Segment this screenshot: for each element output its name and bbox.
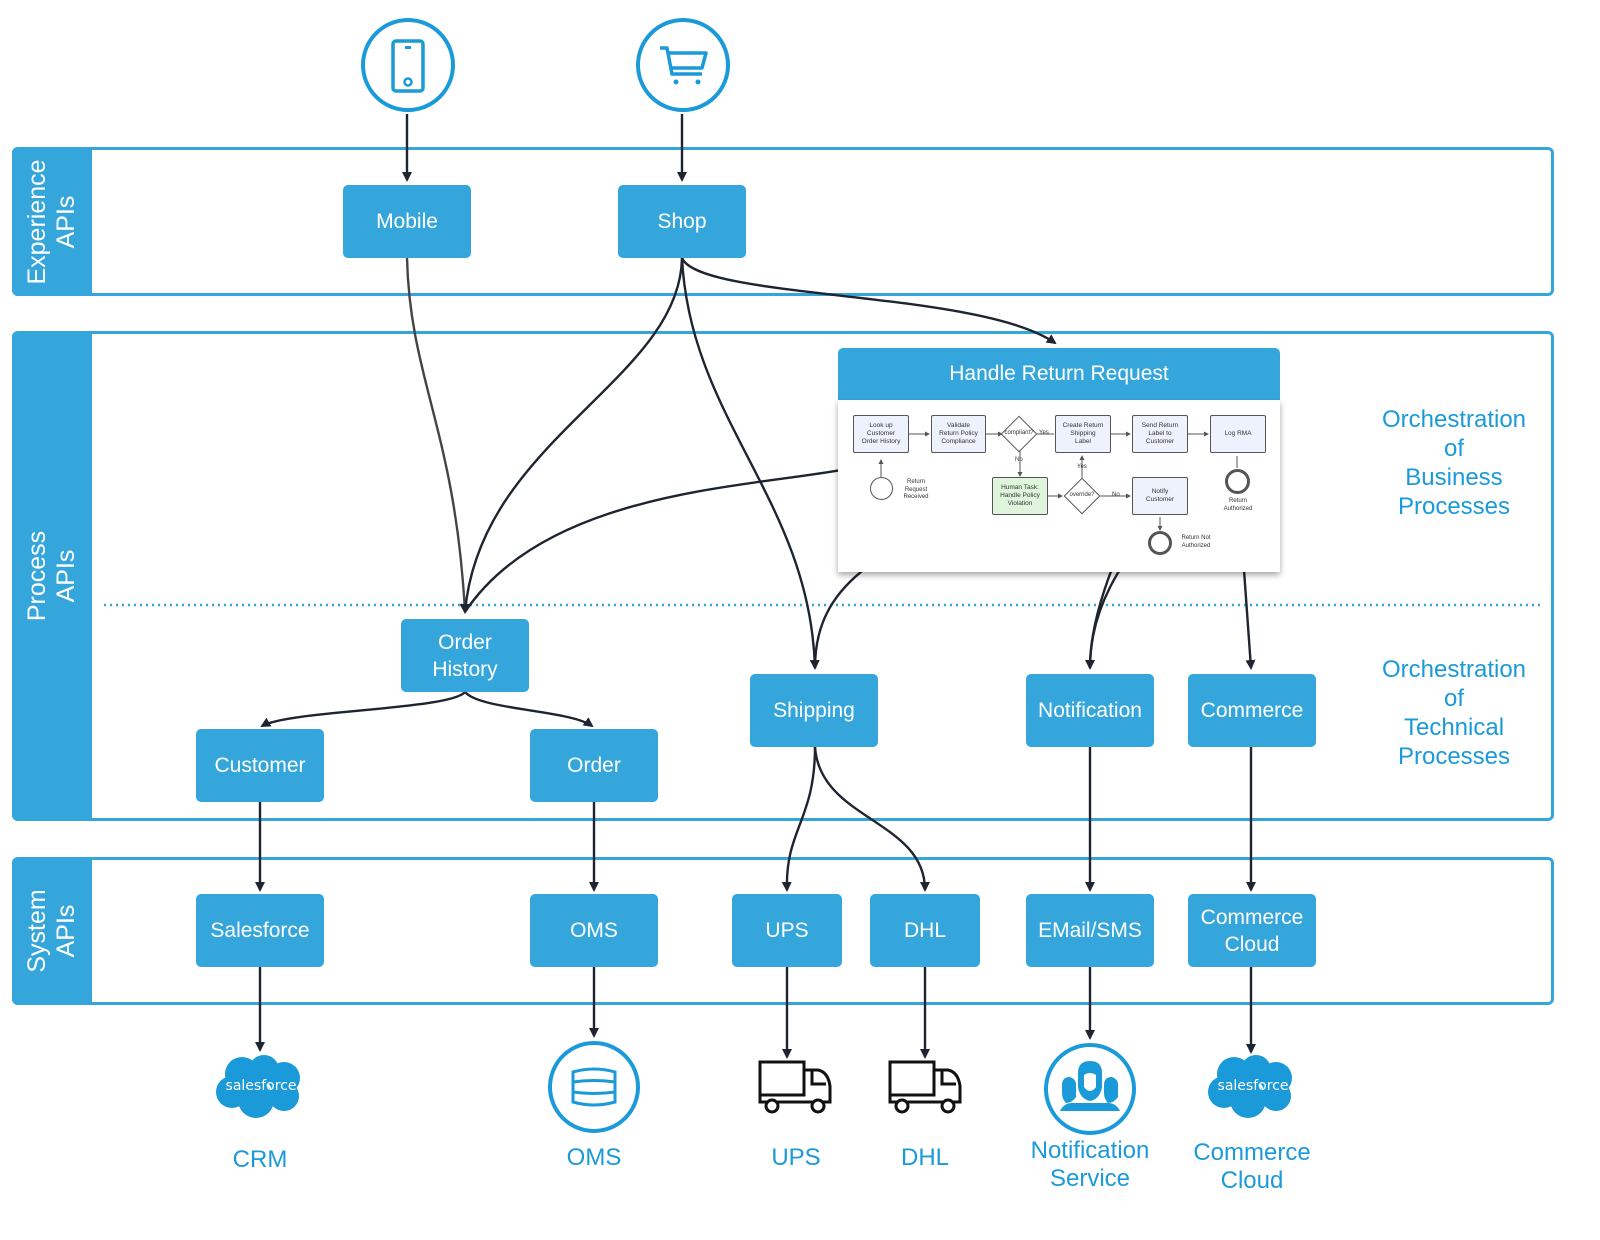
node-notification[interactable]: Notification (1026, 674, 1154, 747)
external-label-crm: CRM (232, 1146, 288, 1173)
salesforce-cloud-icon: salesforce (1208, 1055, 1292, 1118)
bpmn-task-notify: Notify Customer (1132, 477, 1188, 515)
bpmn-task-log-rma: Log RMA (1210, 415, 1266, 453)
node-shipping[interactable]: Shipping (750, 674, 878, 747)
note-business-processes: Orchestration of Business Processes (1381, 406, 1527, 520)
truck-icon (758, 1060, 832, 1114)
bpmn-gateway-label: compliant? (1004, 430, 1034, 436)
external-label-commerce-cloud: Commerce Cloud (1193, 1139, 1311, 1194)
truck-icon (888, 1060, 962, 1114)
bpmn-event-label: Return Authorized (1223, 498, 1253, 512)
bpmn-task-lookup: Look up Customer Order History (853, 415, 909, 453)
bpmn-task-send-label: Send Return Label to Customer (1132, 415, 1188, 453)
bpmn-event-label: Return Not Authorized (1181, 535, 1211, 549)
node-ups[interactable]: UPS (732, 894, 842, 967)
node-order[interactable]: Order (530, 729, 658, 802)
bpmn-flow-label: Yes (1077, 464, 1087, 470)
external-label-notification-service: Notification Service (1030, 1137, 1150, 1192)
node-dhl[interactable]: DHL (870, 894, 980, 967)
bpmn-start-event (870, 477, 893, 500)
salesforce-cloud-icon: salesforce (216, 1055, 300, 1118)
node-commerce-cloud[interactable]: Commerce Cloud (1188, 894, 1316, 967)
node-salesforce[interactable]: Salesforce (196, 894, 324, 967)
people-group-icon (1044, 1043, 1136, 1135)
bpmn-task-human: Human Task: Handle Policy Violation (992, 477, 1048, 515)
bpmn-flow-label: No (1112, 492, 1120, 498)
bpmn-end-event-authorized (1225, 469, 1250, 494)
node-email-sms[interactable]: EMail/SMS (1026, 894, 1154, 967)
bpmn-flow-label: Yes (1039, 430, 1049, 436)
node-oms[interactable]: OMS (530, 894, 658, 967)
database-icon (548, 1041, 640, 1133)
node-order-history[interactable]: Order History (401, 619, 529, 692)
bpmn-task-validate: Validate Return Policy Compliance (931, 415, 986, 453)
salesforce-logo-text: salesforce (1218, 1078, 1289, 1094)
bpmn-event-label: Return Request Received (903, 479, 929, 500)
external-label-oms: OMS (566, 1144, 622, 1171)
bpmn-task-create-label: Create Return Shipping Label (1055, 415, 1111, 453)
note-technical-processes: Orchestration of Technical Processes (1381, 656, 1527, 770)
node-commerce[interactable]: Commerce (1188, 674, 1316, 747)
bpmn-flow-label: No (1015, 457, 1023, 463)
node-customer[interactable]: Customer (196, 729, 324, 802)
bpmn-gateway-label: override? (1069, 492, 1095, 498)
salesforce-logo-text: salesforce (226, 1078, 297, 1094)
bpmn-end-event-not-authorized (1148, 531, 1172, 555)
external-label-dhl: DHL (900, 1144, 949, 1171)
